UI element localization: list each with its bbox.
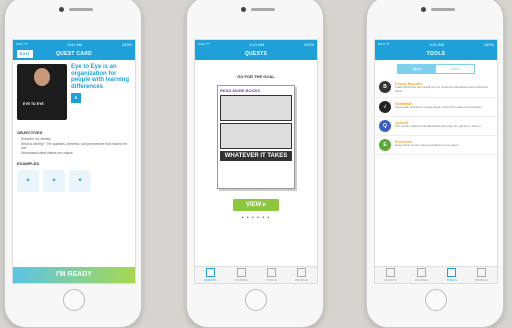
seg-web[interactable]: Web (436, 65, 474, 73)
carrier: ••••• ᯤ (16, 41, 28, 46)
tab-label: PROFILE (295, 278, 308, 282)
page-title: TOOLS (426, 51, 446, 57)
hero: EYE TO EYE Eye to Eye is an organization… (13, 60, 135, 124)
journal-icon (417, 268, 427, 277)
battery: 100% (121, 41, 132, 47)
tools-screen: ••••• ᯤ 9:41 AM 100% TOOLS Apps Web B Fo… (374, 39, 498, 284)
eye-to-eye-logo: E (71, 93, 81, 103)
tab-quests[interactable]: QUESTS (204, 268, 216, 282)
comic-card[interactable]: READ MORE BOOKS WHATEVER IT TAKES (217, 85, 295, 189)
clock: 9:41 AM (67, 41, 83, 47)
tools-icon (447, 268, 457, 277)
im-ready-button[interactable]: I'M READY (13, 267, 135, 283)
comic-title: READ MORE BOOKS (220, 88, 261, 93)
camera (421, 7, 426, 12)
tab-label: QUESTS (204, 278, 217, 282)
tool-row[interactable]: Q Quizlet Turn study material into flashc… (375, 117, 497, 136)
home-button[interactable] (425, 289, 447, 311)
tab-label: TOOLS (266, 278, 277, 282)
battery: 100% (483, 41, 494, 47)
carrier: ••••• ᯤ (198, 41, 210, 46)
objectives-heading: OBJECTIVES (17, 130, 43, 135)
quizlet-icon: Q (379, 119, 391, 132)
profile-icon (476, 268, 486, 277)
comic-panel (220, 123, 292, 149)
hero-text: Eye to Eye is an organization for people… (71, 64, 130, 90)
seg-apps[interactable]: Apps (398, 65, 436, 73)
phone-tools: ••••• ᯤ 9:41 AM 100% TOOLS Apps Web B Fo… (366, 0, 504, 328)
tab-label: TOOLS (446, 278, 457, 282)
tab-profile[interactable]: PROFILE (475, 268, 488, 282)
phone-quest-card: ••••• ᯤ 9:41 AM 100% EXIT QUEST CARD EYE… (4, 0, 142, 328)
tab-label: PROFILE (475, 278, 488, 282)
tool-desc: Keep track of your notes and ideas in on… (395, 142, 459, 147)
examples-heading: EXAMPLES (17, 161, 40, 166)
tab-quests[interactable]: QUESTS (384, 268, 396, 282)
camera (241, 7, 246, 12)
page-dots[interactable]: • • • • • • (195, 215, 317, 221)
focus-booster-icon: B (379, 81, 391, 93)
shirt-text: EYE TO EYE (23, 102, 44, 106)
speaker (69, 8, 93, 11)
clock: 9:41 AM (429, 41, 445, 47)
tools-icon (267, 268, 277, 277)
speaker (251, 8, 275, 11)
home-button[interactable] (63, 289, 85, 311)
clock: 9:41 AM (249, 41, 265, 47)
status-bar: ••••• ᯤ 9:41 AM 100% (195, 40, 317, 48)
examples-list: ✦ ✦ ✦ (13, 168, 135, 194)
tab-journal[interactable]: JOURNAL (235, 268, 249, 282)
nav-bar: EXIT QUEST CARD (13, 48, 135, 60)
status-bar: ••••• ᯤ 9:41 AM 100% (13, 40, 135, 48)
tab-tools[interactable]: TOOLS (447, 268, 457, 282)
exit-button[interactable]: EXIT (17, 50, 34, 58)
comic-panel (220, 95, 292, 121)
tool-desc: Track work time and break time to minimi… (395, 85, 489, 93)
tab-bar: QUESTS JOURNAL TOOLS PROFILE (375, 266, 497, 283)
hero-text-block: Eye to Eye is an organization for people… (67, 64, 131, 120)
tab-label: JOURNAL (234, 278, 249, 282)
person-photo: EYE TO EYE (17, 64, 67, 120)
camera (59, 7, 64, 12)
view-button[interactable]: VIEW ▸ (233, 199, 279, 211)
page-title: QUESTS (244, 51, 268, 57)
tab-label: QUESTS (384, 278, 397, 282)
tool-row[interactable]: B Focus Booster Track work time and break… (375, 78, 497, 98)
photo-head (34, 68, 50, 86)
tool-desc: Type math problems to keep track of all … (395, 104, 483, 109)
page-title: QUEST CARD (55, 51, 93, 57)
profile-icon (296, 268, 306, 277)
example-illustration[interactable]: ✦ (17, 170, 39, 192)
segmented-control: Apps Web (397, 64, 475, 74)
example-illustration[interactable]: ✦ (69, 170, 91, 192)
tool-row[interactable]: √ ModMath Type math problems to keep trac… (375, 98, 497, 117)
tool-row[interactable]: E Evernote Keep track of your notes and i… (375, 136, 497, 155)
battery: 100% (303, 41, 314, 47)
example-illustration[interactable]: ✦ (43, 170, 65, 192)
quests-screen: ••••• ᯤ 9:41 AM 100% QUESTS GO FOR THE G… (194, 39, 318, 284)
flag-icon (385, 268, 395, 277)
quest-card-screen: ••••• ᯤ 9:41 AM 100% EXIT QUEST CARD EYE… (12, 39, 136, 284)
status-bar: ••••• ᯤ 9:41 AM 100% (375, 40, 497, 48)
journal-icon (237, 268, 247, 277)
objective-item: What is Identity? The qualities, interes… (21, 141, 128, 151)
tab-label: JOURNAL (414, 278, 429, 282)
evernote-icon: E (379, 138, 391, 151)
carrier: ••••• ᯤ (378, 41, 390, 46)
goal-heading: GO FOR THE GOAL (237, 74, 275, 79)
phone-quests: ••••• ᯤ 9:41 AM 100% QUESTS GO FOR THE G… (186, 0, 324, 328)
home-button[interactable] (245, 289, 267, 311)
speaker (431, 8, 455, 11)
comic-banner: WHATEVER IT TAKES (220, 151, 292, 161)
tab-profile[interactable]: PROFILE (295, 268, 308, 282)
modmath-icon: √ (379, 100, 391, 113)
nav-bar: TOOLS (375, 48, 497, 60)
tab-journal[interactable]: JOURNAL (415, 268, 429, 282)
tab-bar: QUESTS JOURNAL TOOLS PROFILE (195, 266, 317, 283)
objective-item: Understand what makes me unique (21, 150, 73, 155)
tab-tools[interactable]: TOOLS (267, 268, 277, 282)
nav-bar: QUESTS (195, 48, 317, 60)
tool-desc: Turn study material into flashcards and … (395, 123, 481, 128)
flag-icon (205, 268, 215, 277)
